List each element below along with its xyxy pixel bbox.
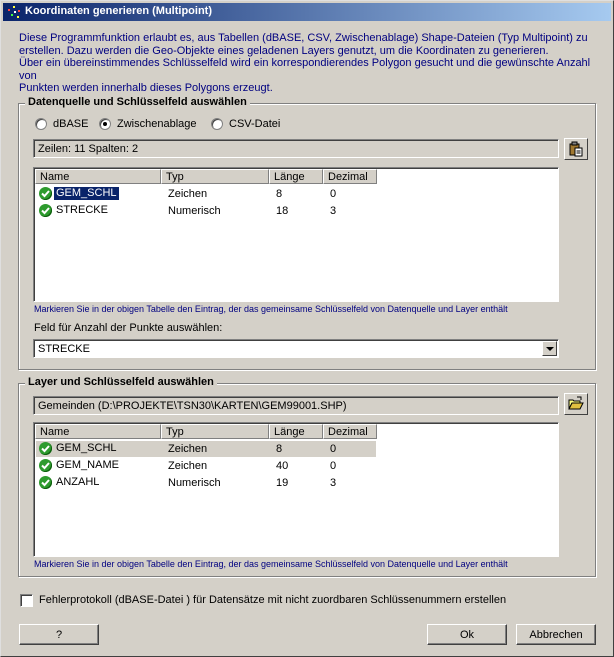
cell-decimal: 3 <box>330 477 337 489</box>
open-layer-button[interactable] <box>564 393 588 415</box>
table-row[interactable]: GEM_SCHL Zeichen 8 0 <box>36 186 376 202</box>
count-field-select[interactable]: STRECKE <box>33 339 559 358</box>
window-title: Koordinaten generieren (Multipoint) <box>25 5 212 17</box>
green-check-icon <box>39 442 52 455</box>
error-log-label: Fehlerprotokoll (dBASE-Datei ) für Daten… <box>39 594 507 606</box>
layer-groupbox: Layer und Schlüsselfeld auswählen Gemein… <box>18 376 596 577</box>
cell-name: GEM_SCHL <box>56 442 117 454</box>
cell-decimal: 0 <box>330 443 337 455</box>
radio-clipboard-label: Zwischenablage <box>117 118 197 130</box>
table-row[interactable]: ANZAHL Numerisch 19 3 <box>36 475 376 491</box>
column-header-length[interactable]: Länge <box>269 169 323 184</box>
source-fields-table[interactable]: Name Typ Länge Dezimal GEM_SCHL Zeichen … <box>33 167 559 302</box>
radio-csv-label: CSV-Datei <box>229 118 281 130</box>
cell-decimal: 3 <box>330 205 337 217</box>
dialog-window: Koordinaten generieren (Multipoint) Dies… <box>0 0 614 657</box>
cell-type: Numerisch <box>168 205 221 217</box>
paste-clipboard-button[interactable] <box>564 138 588 160</box>
title-bar[interactable]: Koordinaten generieren (Multipoint) <box>3 3 611 21</box>
cell-type: Zeichen <box>168 460 208 472</box>
count-field-label: Feld für Anzahl der Punkte auswählen: <box>34 322 223 334</box>
cell-name: ANZAHL <box>56 476 100 488</box>
cell-type: Zeichen <box>168 443 208 455</box>
chevron-down-icon[interactable] <box>542 341 557 356</box>
green-check-icon <box>39 187 52 200</box>
cell-length: 18 <box>276 205 289 217</box>
cell-type: Numerisch <box>168 477 221 489</box>
cell-name: GEM_SCHL <box>53 186 120 201</box>
column-header-decimal[interactable]: Dezimal <box>323 424 377 439</box>
cell-length: 8 <box>276 443 283 455</box>
cell-length: 40 <box>276 460 289 472</box>
table-row[interactable]: GEM_SCHL Zeichen 8 0 <box>36 441 376 457</box>
radio-dbase[interactable] <box>35 118 47 130</box>
radio-csv[interactable] <box>211 118 223 130</box>
layer-group-title: Layer und Schlüsselfeld auswählen <box>25 376 217 388</box>
column-header-name[interactable]: Name <box>35 424 161 439</box>
intro-line: Punkten werden innerhalb dieses Polygons… <box>19 82 273 94</box>
intro-line: Diese Programmfunktion erlaubt es, aus T… <box>19 32 588 44</box>
layer-hint-text: Markieren Sie in der obigen Tabelle den … <box>34 559 508 569</box>
table-row[interactable]: GEM_NAME Zeichen 40 0 <box>36 458 376 474</box>
cell-decimal: 0 <box>330 460 337 472</box>
cell-decimal: 0 <box>330 188 337 200</box>
green-check-icon <box>39 476 52 489</box>
layer-info-field: Gemeinden (D:\PROJEKTE\TSN30\KARTEN\GEM9… <box>33 396 559 415</box>
cell-length: 19 <box>276 477 289 489</box>
app-icon <box>7 4 23 20</box>
cell-length: 8 <box>276 188 283 200</box>
cell-type: Zeichen <box>168 188 208 200</box>
column-header-type[interactable]: Typ <box>161 169 269 184</box>
intro-line: Über ein übereinstimmendes Schlüsselfeld… <box>19 57 591 82</box>
green-check-icon <box>39 459 52 472</box>
help-button[interactable]: ? <box>19 624 99 645</box>
count-field-value: STRECKE <box>38 343 90 355</box>
cell-name: GEM_NAME <box>56 459 119 471</box>
error-log-checkbox[interactable] <box>20 594 33 607</box>
radio-clipboard[interactable] <box>99 118 111 130</box>
ok-button[interactable]: Ok <box>427 624 507 645</box>
cancel-button[interactable]: Abbrechen <box>516 624 596 645</box>
column-header-type[interactable]: Typ <box>161 424 269 439</box>
intro-line: erstellen. Dazu werden die Geo-Objekte e… <box>19 44 549 57</box>
source-info-field: Zeilen: 11 Spalten: 2 <box>33 139 559 158</box>
source-groupbox: Datenquelle und Schlüsselfeld auswählen … <box>18 96 596 370</box>
cell-name: STRECKE <box>56 204 108 216</box>
folder-open-icon <box>568 396 584 410</box>
column-header-decimal[interactable]: Dezimal <box>323 169 377 184</box>
green-check-icon <box>39 204 52 217</box>
clipboard-paste-icon <box>569 141 583 157</box>
layer-fields-table[interactable]: Name Typ Länge Dezimal GEM_SCHL Zeichen … <box>33 422 559 557</box>
source-hint-text: Markieren Sie in der obigen Tabelle den … <box>34 304 508 314</box>
table-row[interactable]: STRECKE Numerisch 18 3 <box>36 203 376 219</box>
source-group-title: Datenquelle und Schlüsselfeld auswählen <box>25 96 250 108</box>
intro-text: Diese Programmfunktion erlaubt es, aus T… <box>19 32 603 95</box>
radio-dbase-label: dBASE <box>53 118 89 130</box>
column-header-length[interactable]: Länge <box>269 424 323 439</box>
column-header-name[interactable]: Name <box>35 169 161 184</box>
